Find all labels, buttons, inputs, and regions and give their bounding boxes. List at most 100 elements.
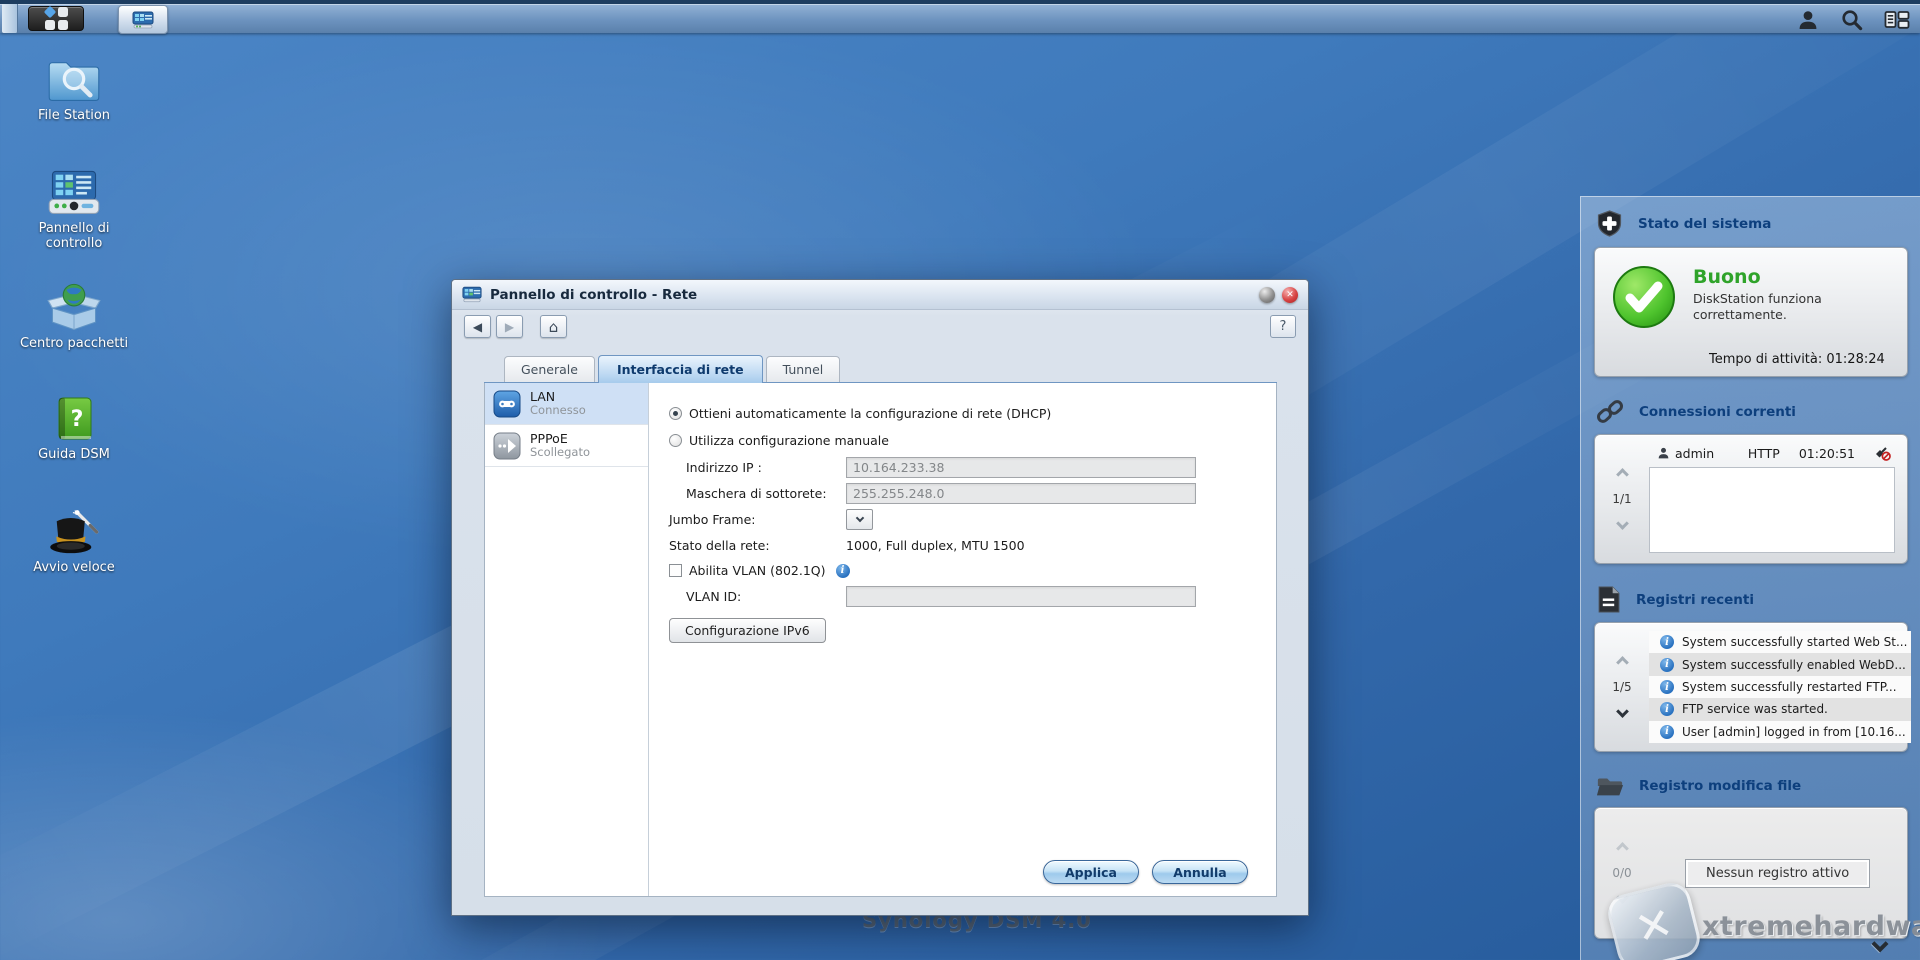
subnet-mask-label: Maschera di sottorete: <box>686 486 846 501</box>
folder-icon <box>1596 774 1624 798</box>
ip-address-label: Indirizzo IP : <box>686 460 846 475</box>
vlan-checkbox-label: Abilita VLAN (802.1Q) <box>689 563 826 578</box>
info-icon: i <box>1660 680 1674 694</box>
forward-icon: ▶ <box>505 320 514 334</box>
ipv6-config-button[interactable]: Configurazione IPv6 <box>669 618 826 643</box>
vlan-id-field[interactable] <box>846 586 1196 607</box>
site-watermark: ✕ xtremehardware.com <box>1612 888 1920 960</box>
search-icon[interactable] <box>1840 8 1864 32</box>
home-button[interactable]: ⌂ <box>540 315 567 338</box>
desktop-icon-dsm-help[interactable]: ? Guida DSM <box>10 395 138 508</box>
info-icon: i <box>1660 702 1674 716</box>
window-title: Pannello di controllo - Rete <box>490 287 697 303</box>
connection-row: admin HTTP 01:20:51 <box>1649 442 1895 464</box>
file-change-log-header: Registro modifica file <box>1580 760 1920 805</box>
network-interface-panel: LAN Connesso PPPoE Scollegato <box>484 383 1277 897</box>
main-menu-button[interactable] <box>28 6 84 31</box>
desktop-icon-package-center[interactable]: Centro pacchetti <box>10 282 138 395</box>
quick-start-icon <box>47 508 101 556</box>
log-entry[interactable]: i FTP service was started. <box>1649 698 1911 720</box>
cancel-button[interactable]: Annulla <box>1152 860 1248 884</box>
window-title-icon <box>462 286 482 303</box>
logs-pager: 1/5 <box>1595 623 1649 751</box>
minimize-button[interactable] <box>1259 287 1275 303</box>
ip-address-field[interactable] <box>846 457 1196 478</box>
widget-title: Registro modifica file <box>1639 778 1801 794</box>
widget-title: Connessioni correnti <box>1639 404 1796 420</box>
site-watermark-text: xtremehardware.com <box>1702 911 1920 942</box>
manual-config-radio[interactable] <box>669 434 682 447</box>
show-desktop-button[interactable] <box>2 4 18 33</box>
interface-status: Connesso <box>530 404 586 418</box>
log-entry[interactable]: i System successfully restarted FTP... <box>1649 676 1911 698</box>
shield-icon <box>1596 210 1623 238</box>
info-icon: i <box>1660 658 1674 672</box>
user-icon[interactable] <box>1796 8 1820 32</box>
jumbo-frame-select[interactable] <box>846 509 873 530</box>
tab-tunnel[interactable]: Tunnel <box>766 356 841 382</box>
control-panel-mini-icon <box>132 11 154 29</box>
close-button[interactable]: ✕ <box>1282 287 1298 303</box>
subnet-mask-field[interactable] <box>846 483 1196 504</box>
control-panel-window: Pannello di controllo - Rete ✕ ◀ ▶ ⌂ ? G… <box>451 279 1309 916</box>
network-status-label: Stato della rete: <box>669 538 846 553</box>
window-titlebar[interactable]: Pannello di controllo - Rete ✕ <box>452 280 1308 310</box>
tab-generale[interactable]: Generale <box>504 356 595 382</box>
vlan-checkbox[interactable] <box>669 564 682 577</box>
connections-pager: 1/1 <box>1595 435 1649 563</box>
connection-protocol: HTTP <box>1748 446 1780 461</box>
widget-sidebar: Stato del sistema Buono DiskStation funz… <box>1580 196 1920 960</box>
system-status-description: DiskStation funziona correttamente. <box>1693 291 1858 322</box>
desktop-icon-column: File Station Pannello di controllo Centr… <box>10 56 138 621</box>
system-status-value: Buono <box>1693 266 1858 288</box>
tab-strip: Generale Interfaccia di rete Tunnel <box>484 356 1277 383</box>
forward-button[interactable]: ▶ <box>496 315 523 338</box>
desktop-icon-label: Centro pacchetti <box>20 337 128 352</box>
interface-item-lan[interactable]: LAN Connesso <box>485 383 648 425</box>
info-icon: i <box>1660 635 1674 649</box>
pager-count: 1/5 <box>1612 680 1631 694</box>
chain-link-icon <box>1596 399 1624 425</box>
widgets-icon[interactable] <box>1884 9 1910 31</box>
pager-down-icon[interactable] <box>1616 517 1629 530</box>
manual-config-radio-label: Utilizza configurazione manuale <box>689 433 889 448</box>
taskbar-item-control-panel[interactable] <box>118 5 168 34</box>
interface-status: Scollegato <box>530 446 590 460</box>
log-entry[interactable]: i User [admin] logged in from [10.16... <box>1649 721 1911 743</box>
help-button[interactable]: ? <box>1270 315 1296 338</box>
widget-title: Stato del sistema <box>1638 216 1771 232</box>
system-status-header: Stato del sistema <box>1580 196 1920 245</box>
pager-up-icon[interactable] <box>1616 656 1629 669</box>
log-entry[interactable]: i System successfully started Web St... <box>1649 631 1911 653</box>
interface-item-pppoe[interactable]: PPPoE Scollegato <box>485 425 648 467</box>
network-status-value: 1000, Full duplex, MTU 1500 <box>846 538 1025 553</box>
pager-up-icon[interactable] <box>1616 468 1629 481</box>
svg-text:?: ? <box>71 407 84 432</box>
disconnect-icon[interactable] <box>1874 445 1891 461</box>
tab-interfaccia-di-rete[interactable]: Interfaccia di rete <box>598 355 763 383</box>
desktop-icon-label: Avvio veloce <box>33 561 115 576</box>
jumbo-frame-label: Jumbo Frame: <box>669 512 846 527</box>
pager-down-icon[interactable] <box>1616 705 1629 718</box>
apply-button[interactable]: Applica <box>1043 860 1139 884</box>
desktop-icon-quick-start[interactable]: Avvio veloce <box>10 508 138 621</box>
connection-time: 01:20:51 <box>1799 446 1855 461</box>
log-entry[interactable]: i System successfully enabled WebD... <box>1649 653 1911 675</box>
desktop-icon-control-panel[interactable]: Pannello di controllo <box>10 169 138 282</box>
taskbar <box>0 0 1920 33</box>
widget-title: Registri recenti <box>1636 592 1754 608</box>
info-icon[interactable]: i <box>836 564 850 578</box>
dsm-help-icon: ? <box>48 395 100 443</box>
no-active-log-box: Nessun registro attivo <box>1685 859 1870 888</box>
interface-list: LAN Connesso PPPoE Scollegato <box>485 383 649 896</box>
back-button[interactable]: ◀ <box>464 315 491 338</box>
recent-logs-header: Registri recenti <box>1580 572 1920 620</box>
status-ok-icon <box>1611 264 1677 330</box>
window-content: Generale Interfaccia di rete Tunnel L <box>484 356 1277 897</box>
site-logo-icon: ✕ <box>1604 879 1704 960</box>
home-icon: ⌂ <box>549 318 559 336</box>
recent-logs-body: 1/5 i System successfully started Web St… <box>1594 622 1908 752</box>
vlan-id-label: VLAN ID: <box>686 589 846 604</box>
dhcp-radio[interactable] <box>669 407 682 420</box>
desktop-icon-file-station[interactable]: File Station <box>10 56 138 169</box>
